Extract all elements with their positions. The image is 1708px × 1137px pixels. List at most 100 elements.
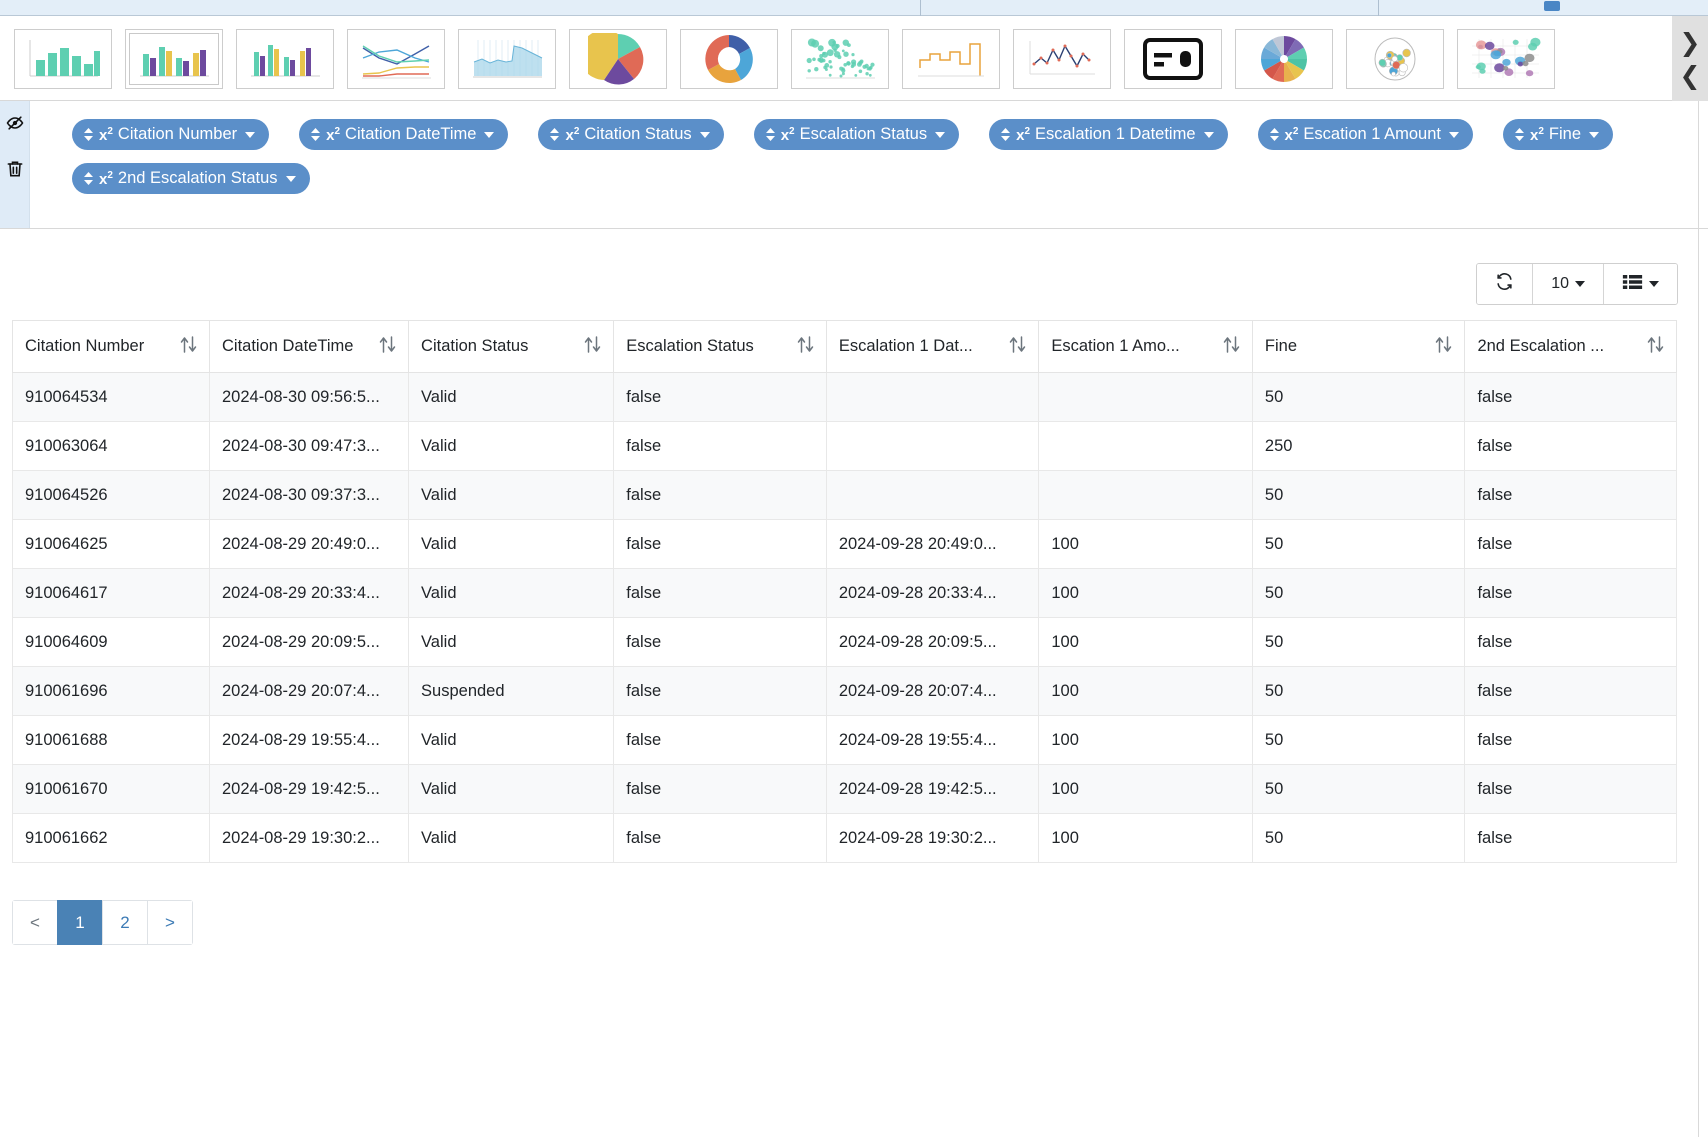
column-header-label: Citation Number (25, 337, 145, 355)
cell-citation_status: Valid (408, 813, 615, 863)
grid-toolbar: 10 (1476, 263, 1678, 305)
top-window-strip (0, 0, 1708, 16)
area-chart-thumb[interactable] (458, 28, 556, 89)
table-row[interactable]: 910064534 2024-08-30 09:56:5... Valid false… (12, 372, 1677, 422)
page-size-select[interactable]: 10 (1533, 264, 1604, 304)
sort-toggle-icon[interactable] (1223, 335, 1240, 359)
sort-toggle-icon[interactable] (1647, 335, 1664, 359)
table-row[interactable]: 910064625 2024-08-29 20:49:0... Valid false… (12, 519, 1677, 569)
column-header-escalation_1_datetime[interactable]: Escalation 1 Dat... (825, 320, 1040, 373)
cell-citation_status: Valid (408, 764, 615, 814)
card-chart-thumb[interactable] (1124, 28, 1222, 89)
donut-chart-thumb[interactable] (680, 28, 778, 89)
field-pill[interactable]: x2 Escalation 1 Datetime (989, 119, 1228, 150)
chart-type-gallery-track[interactable] (0, 16, 1555, 101)
pie-chart-thumb[interactable] (569, 28, 667, 89)
cell-citation_status: Valid (408, 715, 615, 765)
field-pill-label: Escation 1 Amount (1303, 125, 1441, 143)
bar-chart-thumb[interactable] (14, 28, 112, 89)
field-pill-label: Escalation Status (799, 125, 928, 143)
measure-type-label: x2 (1284, 125, 1299, 144)
chevron-down-icon (1575, 281, 1585, 287)
sort-toggle-icon[interactable] (1435, 335, 1452, 359)
sort-updown-icon (765, 127, 776, 142)
cell-fine: 50 (1251, 372, 1466, 422)
refresh-icon (1495, 272, 1514, 296)
chevron-down-icon (484, 131, 495, 138)
column-header-citation_datetime[interactable]: Citation DateTime (208, 320, 410, 373)
line-chart-thumb[interactable] (347, 28, 445, 89)
cell-escalation_status: false (613, 470, 827, 520)
circle-packing-thumb[interactable] (1346, 28, 1444, 89)
gallery-prev-icon[interactable]: ❮ (1680, 63, 1701, 88)
cell-escation_1_amount: 100 (1038, 813, 1253, 863)
table-row[interactable]: 910064617 2024-08-29 20:33:4... Valid false… (12, 568, 1677, 618)
table-row[interactable]: 910064526 2024-08-30 09:37:3... Valid false… (12, 470, 1677, 520)
field-pill[interactable]: x2 2nd Escalation Status (72, 163, 310, 194)
field-pill[interactable]: x2 Citation Status (538, 119, 724, 150)
top-strip-divider-1 (920, 0, 921, 16)
sort-updown-icon (310, 127, 321, 142)
cell-citation_datetime: 2024-08-29 20:09:5... (208, 617, 410, 667)
pagination-prev[interactable]: < (12, 900, 58, 945)
pagination-next[interactable]: > (147, 900, 193, 945)
cell-second_escalation_status: false (1464, 519, 1677, 569)
field-pill[interactable]: x2 Escalation Status (753, 119, 960, 150)
column-header-citation_number[interactable]: Citation Number (12, 320, 210, 373)
chevron-down-icon (935, 131, 946, 138)
cell-citation_number: 910061688 (12, 715, 210, 765)
cell-fine: 50 (1251, 617, 1466, 667)
column-header-escation_1_amount[interactable]: Escation 1 Amo... (1038, 320, 1253, 373)
table-row[interactable]: 910063064 2024-08-30 09:47:3... Valid false… (12, 421, 1677, 471)
table-row[interactable]: 910064609 2024-08-29 20:09:5... Valid false… (12, 617, 1677, 667)
delete-trash-icon[interactable] (5, 159, 25, 179)
scatter-plot-thumb[interactable] (1457, 28, 1555, 89)
table-row[interactable]: 910061662 2024-08-29 19:30:2... Valid false… (12, 813, 1677, 863)
field-pill-label: 2nd Escalation Status (117, 169, 278, 187)
step-chart-thumb[interactable] (902, 28, 1000, 89)
column-header-escalation_status[interactable]: Escalation Status (613, 320, 827, 373)
hide-eye-icon[interactable] (5, 113, 25, 133)
pagination-page-1[interactable]: 1 (57, 900, 103, 945)
sort-updown-icon (1000, 127, 1011, 142)
table-row[interactable]: 910061670 2024-08-29 19:42:5... Valid false… (12, 764, 1677, 814)
cell-escation_1_amount (1038, 372, 1253, 422)
field-pill[interactable]: x2 Escation 1 Amount (1257, 119, 1473, 150)
pagination-page-2[interactable]: 2 (102, 900, 148, 945)
chevron-down-icon (1649, 281, 1659, 287)
column-chart-thumb[interactable] (125, 28, 223, 89)
field-pill[interactable]: x2 Fine (1503, 119, 1614, 150)
cell-escation_1_amount (1038, 421, 1253, 471)
sort-toggle-icon[interactable] (379, 335, 396, 359)
spline-chart-thumb[interactable] (1013, 28, 1111, 89)
top-strip-indicator (1544, 1, 1560, 11)
field-pill[interactable]: x2 Citation DateTime (299, 119, 509, 150)
cell-citation_datetime: 2024-08-29 19:30:2... (208, 813, 410, 863)
measure-type-label: x2 (99, 125, 113, 144)
column-header-citation_status[interactable]: Citation Status (408, 320, 615, 373)
column-header-fine[interactable]: Fine (1251, 320, 1466, 373)
gallery-next-icon[interactable]: ❯ (1680, 30, 1701, 55)
cell-escalation_1_datetime: 2024-09-28 19:30:2... (825, 813, 1040, 863)
cell-escalation_1_datetime: 2024-09-28 19:42:5... (825, 764, 1040, 814)
cell-citation_number: 910061696 (12, 666, 210, 716)
sort-toggle-icon[interactable] (797, 335, 814, 359)
table-row[interactable]: 910061688 2024-08-29 19:55:4... Valid false… (12, 715, 1677, 765)
bubble-cloud-thumb[interactable] (791, 28, 889, 89)
column-header-second_escalation_status[interactable]: 2nd Escalation ... (1464, 320, 1677, 373)
column-chooser-button[interactable] (1604, 264, 1677, 304)
cell-escalation_status: false (613, 568, 827, 618)
measure-type-label: x2 (1016, 125, 1030, 144)
field-pill[interactable]: x2 Citation Number (72, 119, 270, 150)
sort-toggle-icon[interactable] (180, 335, 197, 359)
cell-citation_number: 910061662 (12, 813, 210, 863)
cell-second_escalation_status: false (1464, 470, 1677, 520)
cell-escalation_status: false (613, 372, 827, 422)
sort-toggle-icon[interactable] (584, 335, 601, 359)
table-row[interactable]: 910061696 2024-08-29 20:07:4... Suspended f… (12, 666, 1677, 716)
grouped-column-chart-thumb[interactable] (236, 28, 334, 89)
refresh-button[interactable] (1477, 264, 1534, 304)
cell-second_escalation_status: false (1464, 813, 1677, 863)
sunburst-chart-thumb[interactable] (1235, 28, 1333, 89)
sort-toggle-icon[interactable] (1009, 335, 1026, 359)
